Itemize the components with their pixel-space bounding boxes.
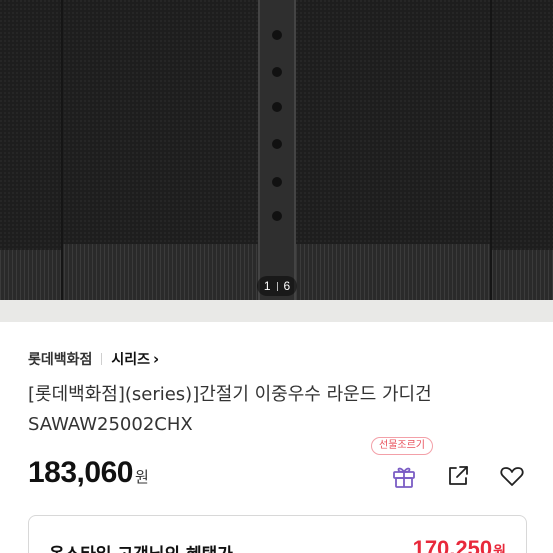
price-unit: 원	[134, 468, 149, 486]
pager-divider	[276, 281, 278, 291]
product-image-gallery[interactable]: 1 6	[0, 0, 553, 322]
heart-icon[interactable]	[498, 462, 526, 490]
cardigan-image	[0, 0, 553, 300]
image-pager: 1 6	[257, 276, 297, 296]
benefit-price-unit: 원	[493, 543, 506, 553]
member-benefit-box[interactable]: 옹스타일 고객님의 혜택가 170,250원	[28, 515, 527, 553]
pager-current: 1	[263, 279, 271, 293]
brand-name: 시리즈	[111, 352, 151, 368]
gift-icon[interactable]	[390, 462, 418, 490]
gift-request-tooltip: 선물조르기	[371, 437, 433, 455]
breadcrumb: 롯데백화점 시리즈 ›	[28, 349, 159, 369]
benefit-price-value: 170,250	[412, 536, 493, 553]
benefit-price: 170,250원	[413, 536, 506, 553]
benefit-label: 옹스타일 고객님의 혜택가	[49, 540, 233, 553]
product-price: 183,060 원	[28, 456, 149, 490]
share-icon[interactable]	[444, 462, 472, 490]
breadcrumb-divider	[101, 353, 103, 365]
pager-total: 6	[283, 279, 291, 293]
product-title: [롯데백화점](series)]간절기 이중우수 라운드 가디건 SAWAW25…	[28, 384, 432, 435]
price-value: 183,060	[28, 456, 133, 489]
brand-link[interactable]: 시리즈 ›	[111, 349, 159, 369]
store-name[interactable]: 롯데백화점	[28, 349, 92, 369]
chevron-right-icon: ›	[153, 350, 160, 368]
